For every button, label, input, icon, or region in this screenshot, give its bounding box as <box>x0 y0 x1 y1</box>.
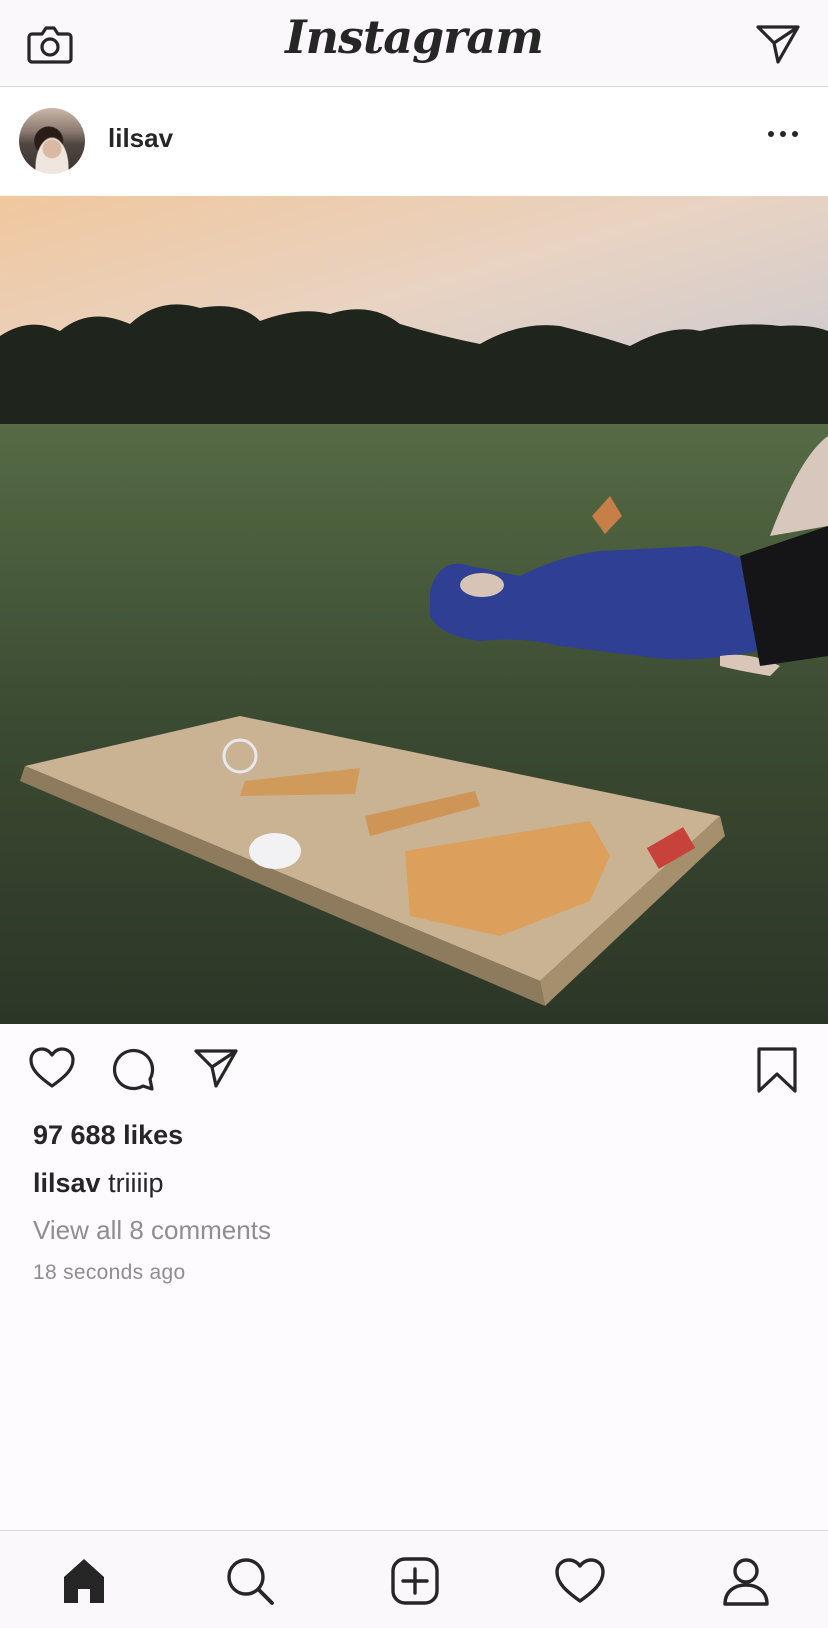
caption-username[interactable]: lilsav <box>33 1168 101 1198</box>
share-icon[interactable] <box>192 1046 240 1090</box>
instagram-logo: Instagram <box>285 10 544 64</box>
likes-count[interactable]: 97 688 likes <box>33 1120 183 1151</box>
comment-icon[interactable] <box>110 1046 156 1092</box>
view-comments-link[interactable]: View all 8 comments <box>33 1215 271 1246</box>
more-options-icon[interactable] <box>766 127 800 141</box>
caption: lilsav triiiip <box>33 1168 164 1199</box>
avatar[interactable] <box>19 108 85 174</box>
add-post-icon[interactable] <box>387 1553 443 1609</box>
post-timestamp: 18 seconds ago <box>33 1261 186 1284</box>
post-header: lilsav <box>0 87 828 196</box>
home-icon[interactable] <box>56 1553 112 1609</box>
heart-icon[interactable] <box>28 1046 76 1090</box>
post-photo[interactable] <box>0 196 828 1024</box>
direct-message-icon[interactable] <box>754 22 802 66</box>
bottom-tab-bar <box>0 1530 828 1628</box>
search-icon[interactable] <box>222 1553 278 1609</box>
bookmark-icon[interactable] <box>755 1046 799 1094</box>
activity-heart-icon[interactable] <box>552 1553 608 1609</box>
profile-icon[interactable] <box>718 1553 774 1609</box>
post-actions <box>0 1024 828 1119</box>
top-navigation-bar: Instagram <box>0 0 828 87</box>
caption-text: triiiip <box>100 1168 164 1198</box>
post-username[interactable]: lilsav <box>108 123 173 154</box>
